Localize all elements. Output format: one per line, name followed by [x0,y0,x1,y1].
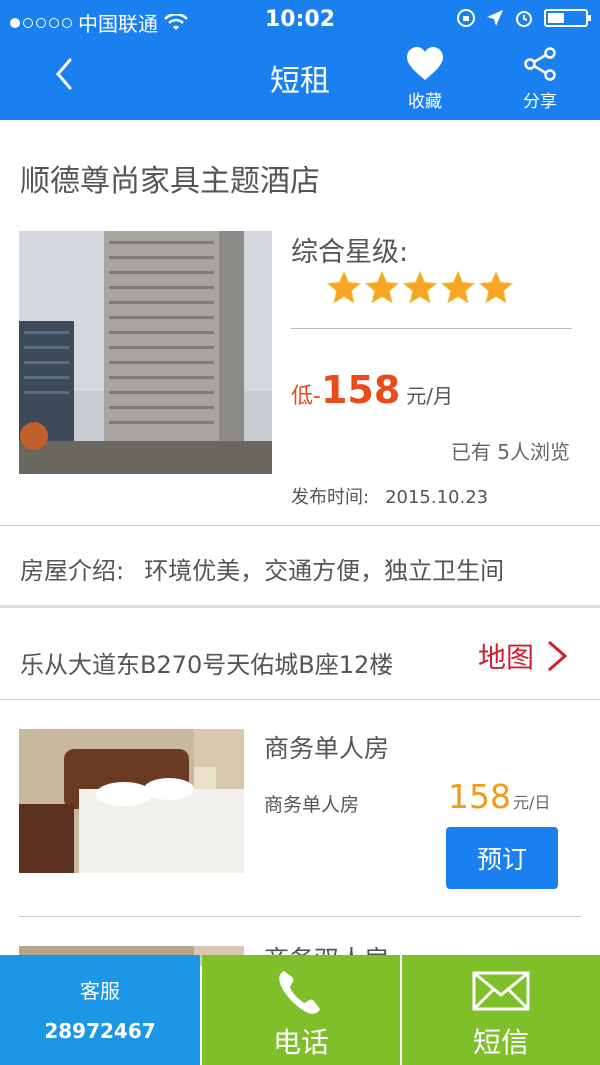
status-bar: 中国联通 10:02 [0,0,600,40]
star-icon [478,270,514,304]
map-label: 地图 [478,641,535,674]
page-title: 短租 [270,64,330,99]
room-price-value: 158 [448,777,511,816]
divider [0,605,600,608]
map-link[interactable]: 地图 [478,636,568,676]
intro-text: 环境优美，交通方便，独立卫生间 [144,557,505,585]
phone-icon [279,971,320,1014]
share-icon [524,47,556,81]
hotel-photo[interactable] [19,231,272,474]
share-button[interactable]: 分享 [512,46,568,112]
price-line: 低-158 元/月 [291,368,453,412]
favorite-label: 收藏 [408,92,442,112]
room-photo[interactable] [19,729,244,873]
favorite-button[interactable]: 收藏 [398,46,452,112]
sms-label: 短信 [472,1026,529,1059]
navigation-bar: 短租 收藏 分享 [0,40,600,120]
star-icon [440,270,476,304]
lock-rotation-icon [457,9,475,27]
publish-date: 2015.10.23 [385,487,489,508]
address-text: 乐从大道东B270号天佑城B座12楼 [20,651,394,679]
divider [0,525,600,526]
book-button[interactable]: 预订 [446,827,558,889]
divider [291,328,572,329]
price-value: 158 [320,368,401,412]
star-icon [326,270,362,304]
phone-label: 电话 [272,1026,329,1059]
room-price-unit: 元/日 [513,793,551,812]
room-price: 158 元/日 [448,777,550,816]
star-icon [364,270,400,304]
hotel-name: 顺德尊尚家具主题酒店 [20,164,320,199]
chevron-right-icon [548,640,568,672]
heart-icon [407,47,443,80]
share-label: 分享 [523,92,557,112]
alarm-icon [516,11,532,27]
room-name: 商务单人房 [264,734,390,763]
view-count: 已有 5人浏览 [450,440,570,464]
sms-button[interactable]: 短信 [402,955,600,1065]
intro-label: 房屋介绍: [20,557,125,585]
price-unit: 元/月 [406,384,454,408]
star-icon [402,270,438,304]
service-label: 客服 [80,979,120,1003]
rating-label: 综合星级: [291,237,409,268]
divider [19,916,581,917]
envelope-icon [472,971,530,1011]
divider [0,699,600,700]
room-type: 商务单人房 [264,794,360,816]
service-number: 28972467 [44,1019,156,1043]
publish-info: 发布时间: 2015.10.23 [291,483,488,509]
battery-icon [544,9,591,27]
location-arrow-icon [487,10,503,26]
bottom-action-bar: 客服 28972467 电话 短信 [0,955,600,1065]
status-icons [456,8,591,28]
star-rating [326,270,514,306]
phone-button[interactable]: 电话 [202,955,400,1065]
house-intro: 房屋介绍: 环境优美，交通方便，独立卫生间 [20,551,504,586]
publish-label: 发布时间: [291,487,370,508]
price-prefix: 低- [291,384,321,409]
customer-service-button[interactable]: 客服 28972467 [0,955,200,1065]
